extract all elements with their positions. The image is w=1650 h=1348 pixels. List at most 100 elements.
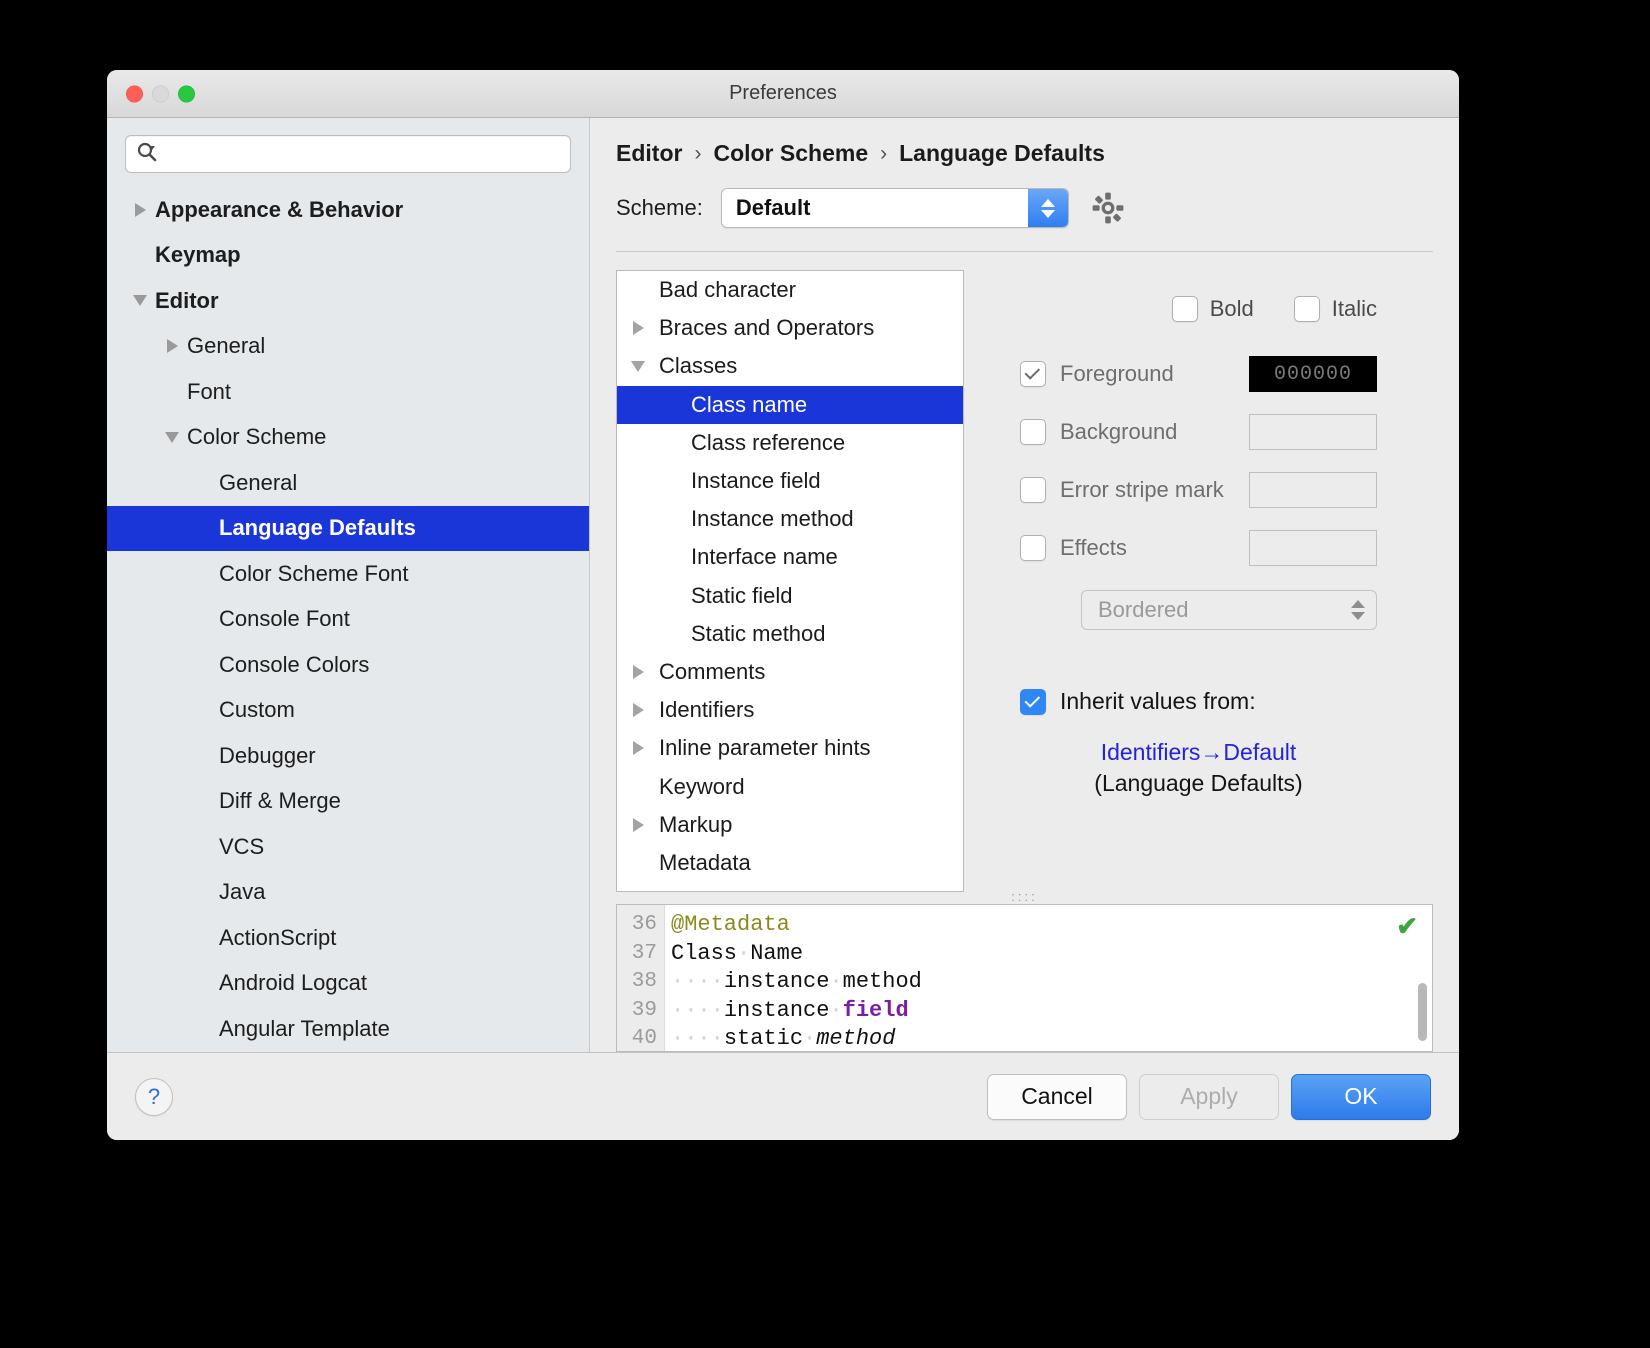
chevron-right-icon[interactable] [157,339,187,353]
search-input[interactable] [164,143,560,165]
color-key-class-reference[interactable]: Class reference [617,424,963,462]
code-token: Name [750,941,803,966]
breadcrumb-item[interactable]: Editor [616,140,682,167]
color-key-static-method[interactable]: Static method [617,615,963,653]
resize-grip[interactable]: :::: [616,892,1433,904]
effects-checkbox[interactable] [1020,535,1046,561]
color-key-identifiers[interactable]: Identifiers [617,691,963,729]
sidebar-item-font[interactable]: Font [107,369,589,415]
color-key-label: Instance method [691,506,854,532]
cancel-button[interactable]: Cancel [987,1074,1127,1120]
code-token: · [803,1026,816,1051]
search-icon [136,141,158,168]
color-key-braces-and-operators[interactable]: Braces and Operators [617,309,963,347]
inspection-ok-icon[interactable]: ✔ [1396,911,1418,942]
sidebar-item-diff-merge[interactable]: Diff & Merge [107,779,589,825]
code-token: Class [671,941,737,966]
color-key-inline-parameter-hints[interactable]: Inline parameter hints [617,729,963,767]
sidebar-item-color-scheme[interactable]: Color Scheme [107,415,589,461]
color-key-instance-method[interactable]: Instance method [617,500,963,538]
background-checkbox[interactable] [1020,419,1046,445]
effect-type-select[interactable]: Bordered [1081,590,1377,630]
color-key-static-field[interactable]: Static field [617,577,963,615]
sidebar-item-vcs[interactable]: VCS [107,824,589,870]
chevron-right-icon[interactable] [617,703,659,717]
breadcrumb-separator: › [880,142,887,166]
sidebar-item-custom[interactable]: Custom [107,688,589,734]
color-swatch[interactable] [1249,414,1377,450]
preview-scrollbar[interactable] [1418,983,1427,1041]
attribute-row-background: Background [1020,414,1377,450]
color-swatch[interactable] [1249,530,1377,566]
sidebar-item-java[interactable]: Java [107,870,589,916]
sidebar-item-general[interactable]: General [107,324,589,370]
color-key-interface-name[interactable]: Interface name [617,538,963,576]
sidebar-item-color-scheme-font[interactable]: Color Scheme Font [107,551,589,597]
breadcrumb-item[interactable]: Color Scheme [713,140,868,167]
italic-option[interactable]: Italic [1294,296,1377,322]
help-button[interactable]: ? [135,1078,173,1116]
chevron-down-icon[interactable] [617,361,659,372]
chevron-right-icon[interactable] [617,321,659,335]
attribute-row-error-stripe-mark: Error stripe mark [1020,472,1377,508]
color-key-metadata[interactable]: Metadata [617,844,963,882]
foreground-checkbox[interactable] [1020,361,1046,387]
sidebar-item-language-defaults[interactable]: Language Defaults [107,506,589,552]
inherit-source-scope: (Language Defaults) [1020,770,1377,797]
sidebar-item-android-logcat[interactable]: Android Logcat [107,961,589,1007]
color-keys-list[interactable]: Bad characterBraces and Operators Classes… [616,270,964,892]
preview-container: :::: 3637383940 @MetadataClass·Name····i… [590,892,1459,1052]
sidebar-item-actionscript[interactable]: ActionScript [107,915,589,961]
color-key-classes[interactable]: Classes [617,347,963,385]
bold-option[interactable]: Bold [1172,296,1254,322]
code-token: method [843,969,922,994]
chevron-right-icon[interactable] [617,741,659,755]
chevron-down-icon[interactable] [125,295,155,306]
sidebar-item-general[interactable]: General [107,460,589,506]
italic-checkbox[interactable] [1294,296,1320,322]
inherit-source-link[interactable]: Identifiers→Default [1020,739,1377,766]
color-key-instance-field[interactable]: Instance field [617,462,963,500]
sidebar-item-debugger[interactable]: Debugger [107,733,589,779]
sidebar-item-console-font[interactable]: Console Font [107,597,589,643]
minimize-button[interactable] [152,85,169,102]
gear-icon[interactable] [1087,187,1129,229]
color-key-label: Classes [659,353,737,379]
color-key-comments[interactable]: Comments [617,653,963,691]
chevron-right-icon[interactable] [125,203,155,217]
sidebar-item-editor[interactable]: Editor [107,278,589,324]
color-swatch[interactable]: 000000 [1249,356,1377,392]
color-key-bad-character[interactable]: Bad character [617,271,963,309]
sidebar-item-keymap[interactable]: Keymap [107,233,589,279]
code-token: · [737,941,750,966]
color-swatch[interactable] [1249,472,1377,508]
sidebar-item-label: ActionScript [219,925,336,951]
chevron-right-icon[interactable] [617,665,659,679]
close-button[interactable] [126,85,143,102]
chevron-down-icon[interactable] [157,432,187,443]
attribute-label: Effects [1060,535,1235,561]
bold-checkbox[interactable] [1172,296,1198,322]
maximize-button[interactable] [178,85,195,102]
inherit-row[interactable]: Inherit values from: [1020,688,1377,715]
sidebar-item-angular-template[interactable]: Angular Template [107,1006,589,1052]
scheme-select[interactable]: Default [721,188,1069,228]
color-key-label: Markup [659,812,732,838]
color-key-class-name[interactable]: Class name [617,386,963,424]
color-key-keyword[interactable]: Keyword [617,767,963,805]
sidebar-item-appearance-behavior[interactable]: Appearance & Behavior [107,187,589,233]
code-token: ···· [671,969,724,994]
error-stripe-mark-checkbox[interactable] [1020,477,1046,503]
chevron-updown-icon[interactable] [1028,189,1068,227]
window-body: Appearance & BehaviorKeymapEditorGeneral… [107,118,1459,1052]
color-key-label: Class reference [691,430,845,456]
code-preview-text[interactable]: @MetadataClass·Name····instance·method··… [665,905,1432,1051]
code-preview[interactable]: 3637383940 @MetadataClass·Name····instan… [616,904,1433,1052]
inherit-checkbox[interactable] [1020,689,1046,715]
sidebar-item-console-colors[interactable]: Console Colors [107,642,589,688]
chevron-updown-icon[interactable] [1340,600,1376,620]
ok-button[interactable]: OK [1291,1074,1431,1120]
search-box[interactable] [125,135,571,173]
color-key-markup[interactable]: Markup [617,806,963,844]
chevron-right-icon[interactable] [617,818,659,832]
